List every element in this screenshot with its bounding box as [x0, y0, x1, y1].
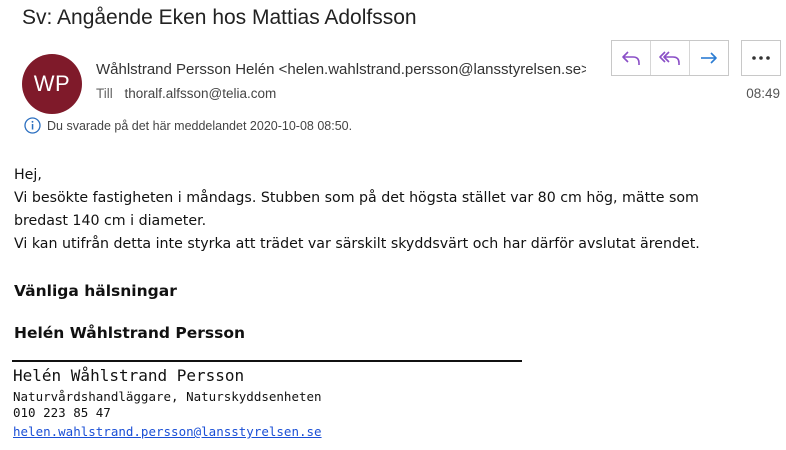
- recipient-address[interactable]: thoralf.alfsson@telia.com: [125, 86, 277, 101]
- received-time: 08:49: [746, 86, 780, 101]
- body-line: bredast 140 cm i diameter.: [14, 213, 207, 229]
- reply-button[interactable]: [612, 41, 651, 75]
- sender-name[interactable]: Wåhlstrand Persson Helén <helen.wahlstra…: [96, 61, 586, 78]
- body-line: Vi besökte fastigheten i måndags. Stubbe…: [14, 190, 699, 206]
- forward-icon: [701, 52, 717, 64]
- email-body: Hej, Vi besökte fastigheten i måndags. S…: [14, 164, 779, 256]
- reply-all-icon: [659, 51, 680, 65]
- reply-icon: [622, 51, 640, 65]
- body-line: Vi kan utifrån detta inte styrka att trä…: [14, 236, 700, 252]
- avatar-initials: WP: [33, 71, 71, 96]
- signature-name-bold: Helén Wåhlstrand Persson: [14, 324, 246, 342]
- replied-info-bar: Du svarade på det här meddelandet 2020-1…: [24, 117, 352, 134]
- reply-all-button[interactable]: [651, 41, 690, 75]
- email-subject: Sv: Angående Eken hos Mattias Adolfsson: [22, 6, 417, 29]
- info-icon: [24, 117, 41, 134]
- more-actions-button[interactable]: [741, 40, 781, 76]
- closing-greeting: Vänliga hälsningar: [14, 282, 177, 300]
- signature-divider: [12, 360, 522, 362]
- forward-button[interactable]: [690, 41, 728, 75]
- signature-name: Helén Wåhlstrand Persson: [13, 366, 245, 385]
- replied-info-text: Du svarade på det här meddelandet 2020-1…: [47, 118, 353, 133]
- recipient-line: Till thoralf.alfsson@telia.com: [96, 86, 276, 101]
- avatar[interactable]: WP: [22, 54, 82, 114]
- signature-title: Naturvårdshandläggare, Naturskyddsenhete…: [13, 389, 322, 404]
- more-icon: [752, 56, 770, 60]
- signature-phone: 010 223 85 47: [13, 405, 111, 420]
- reply-actions-group: [611, 40, 729, 76]
- body-line: Hej,: [14, 167, 42, 183]
- to-label: Till: [96, 86, 113, 101]
- signature-email-link[interactable]: helen.wahlstrand.persson@lansstyrelsen.s…: [13, 424, 322, 439]
